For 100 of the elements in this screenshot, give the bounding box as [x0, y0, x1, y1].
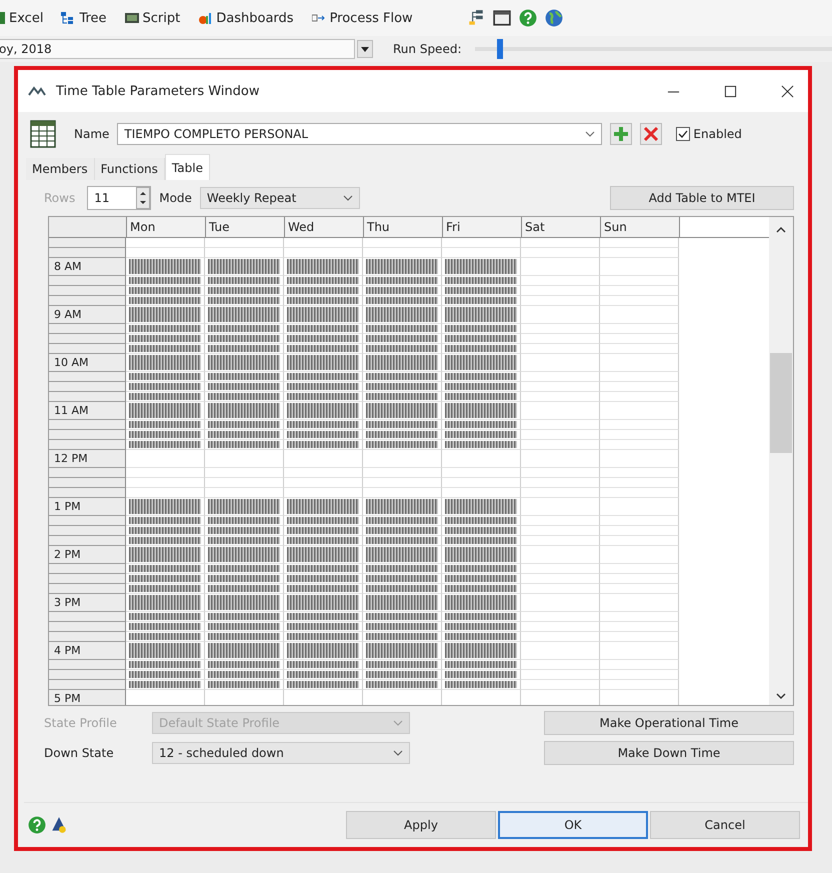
table-cell[interactable] — [442, 574, 521, 584]
table-cell[interactable] — [205, 354, 284, 372]
table-cell[interactable] — [363, 382, 442, 392]
table-cell[interactable] — [521, 660, 600, 670]
table-cell[interactable] — [442, 276, 521, 286]
table-cell[interactable] — [126, 354, 205, 372]
table-cell[interactable] — [521, 324, 600, 334]
scrollbar-thumb[interactable] — [770, 353, 792, 453]
table-cell[interactable] — [442, 248, 521, 258]
table-cell[interactable] — [284, 584, 363, 594]
tree-icon[interactable] — [466, 9, 485, 27]
shapes-icon[interactable] — [50, 816, 68, 834]
table-cell[interactable] — [205, 258, 284, 276]
table-cell[interactable] — [363, 354, 442, 372]
table-cell[interactable] — [600, 420, 679, 430]
table-cell[interactable] — [363, 392, 442, 402]
table-cell[interactable] — [600, 516, 679, 526]
table-cell[interactable] — [363, 296, 442, 306]
table-cell[interactable] — [442, 258, 521, 276]
table-cell[interactable] — [205, 670, 284, 680]
table-cell[interactable] — [521, 622, 600, 632]
table-cell[interactable] — [205, 344, 284, 354]
table-cell[interactable] — [363, 622, 442, 632]
table-cell[interactable] — [600, 402, 679, 420]
table-cell[interactable] — [600, 536, 679, 546]
tab[interactable]: Members — [26, 158, 95, 180]
table-cell[interactable] — [363, 612, 442, 622]
table-cell[interactable] — [600, 354, 679, 372]
table-cell[interactable] — [600, 306, 679, 324]
table-cell[interactable] — [600, 372, 679, 382]
table-cell[interactable] — [521, 392, 600, 402]
table-cell[interactable] — [284, 354, 363, 372]
table-cell[interactable] — [600, 584, 679, 594]
table-cell[interactable] — [205, 382, 284, 392]
table-cell[interactable] — [521, 612, 600, 622]
table-cell[interactable] — [205, 248, 284, 258]
table-cell[interactable] — [363, 488, 442, 498]
table-cell[interactable] — [442, 344, 521, 354]
table-cell[interactable] — [442, 660, 521, 670]
table-cell[interactable] — [205, 478, 284, 488]
table-cell[interactable] — [363, 642, 442, 660]
dialog-button[interactable]: Cancel — [650, 811, 800, 839]
table-cell[interactable] — [126, 584, 205, 594]
table-cell[interactable] — [521, 468, 600, 478]
table-cell[interactable] — [363, 632, 442, 642]
table-cell[interactable] — [363, 574, 442, 584]
table-cell[interactable] — [363, 670, 442, 680]
table-cell[interactable] — [284, 612, 363, 622]
table-cell[interactable] — [442, 306, 521, 324]
table-cell[interactable] — [363, 498, 442, 516]
table-cell[interactable] — [205, 392, 284, 402]
table-cell[interactable] — [521, 306, 600, 324]
table-cell[interactable] — [600, 622, 679, 632]
toolbar-button[interactable]: Process Flow — [306, 8, 419, 28]
table-cell[interactable] — [126, 498, 205, 516]
table-cell[interactable] — [521, 344, 600, 354]
table-cell[interactable] — [363, 468, 442, 478]
table-cell[interactable] — [363, 450, 442, 468]
table-cell[interactable] — [363, 334, 442, 344]
table-cell[interactable] — [600, 248, 679, 258]
table-cell[interactable] — [126, 286, 205, 296]
table-cell[interactable] — [442, 516, 521, 526]
table-cell[interactable] — [126, 488, 205, 498]
maximize-icon[interactable] — [724, 84, 737, 98]
table-cell[interactable] — [205, 594, 284, 612]
table-cell[interactable] — [363, 546, 442, 564]
table-cell[interactable] — [363, 526, 442, 536]
table-cell[interactable] — [442, 546, 521, 564]
table-cell[interactable] — [442, 382, 521, 392]
table-cell[interactable] — [363, 564, 442, 574]
table-cell[interactable] — [205, 334, 284, 344]
table-cell[interactable] — [363, 276, 442, 286]
table-cell[interactable] — [363, 516, 442, 526]
table-cell[interactable] — [600, 642, 679, 660]
table-cell[interactable] — [442, 468, 521, 478]
table-cell[interactable] — [521, 584, 600, 594]
mode-dropdown[interactable]: Weekly Repeat — [200, 187, 360, 209]
table-cell[interactable] — [126, 594, 205, 612]
table-cell[interactable] — [600, 382, 679, 392]
table-cell[interactable] — [521, 680, 600, 690]
table-cell[interactable] — [205, 488, 284, 498]
table-cell[interactable] — [363, 258, 442, 276]
table-cell[interactable] — [600, 526, 679, 536]
dropdown-button[interactable] — [357, 40, 373, 58]
table-cell[interactable] — [284, 344, 363, 354]
table-cell[interactable] — [521, 334, 600, 344]
table-cell[interactable] — [521, 372, 600, 382]
tab[interactable]: Functions — [94, 158, 165, 180]
table-cell[interactable] — [442, 392, 521, 402]
table-cell[interactable] — [284, 258, 363, 276]
table-cell[interactable] — [363, 430, 442, 440]
name-combobox[interactable]: TIEMPO COMPLETO PERSONAL — [117, 123, 602, 145]
table-cell[interactable] — [521, 670, 600, 680]
table-cell[interactable] — [126, 296, 205, 306]
table-cell[interactable] — [126, 526, 205, 536]
globe-icon[interactable] — [544, 9, 563, 27]
table-cell[interactable] — [521, 354, 600, 372]
table-cell[interactable] — [284, 670, 363, 680]
table-cell[interactable] — [442, 296, 521, 306]
table-cell[interactable] — [205, 564, 284, 574]
